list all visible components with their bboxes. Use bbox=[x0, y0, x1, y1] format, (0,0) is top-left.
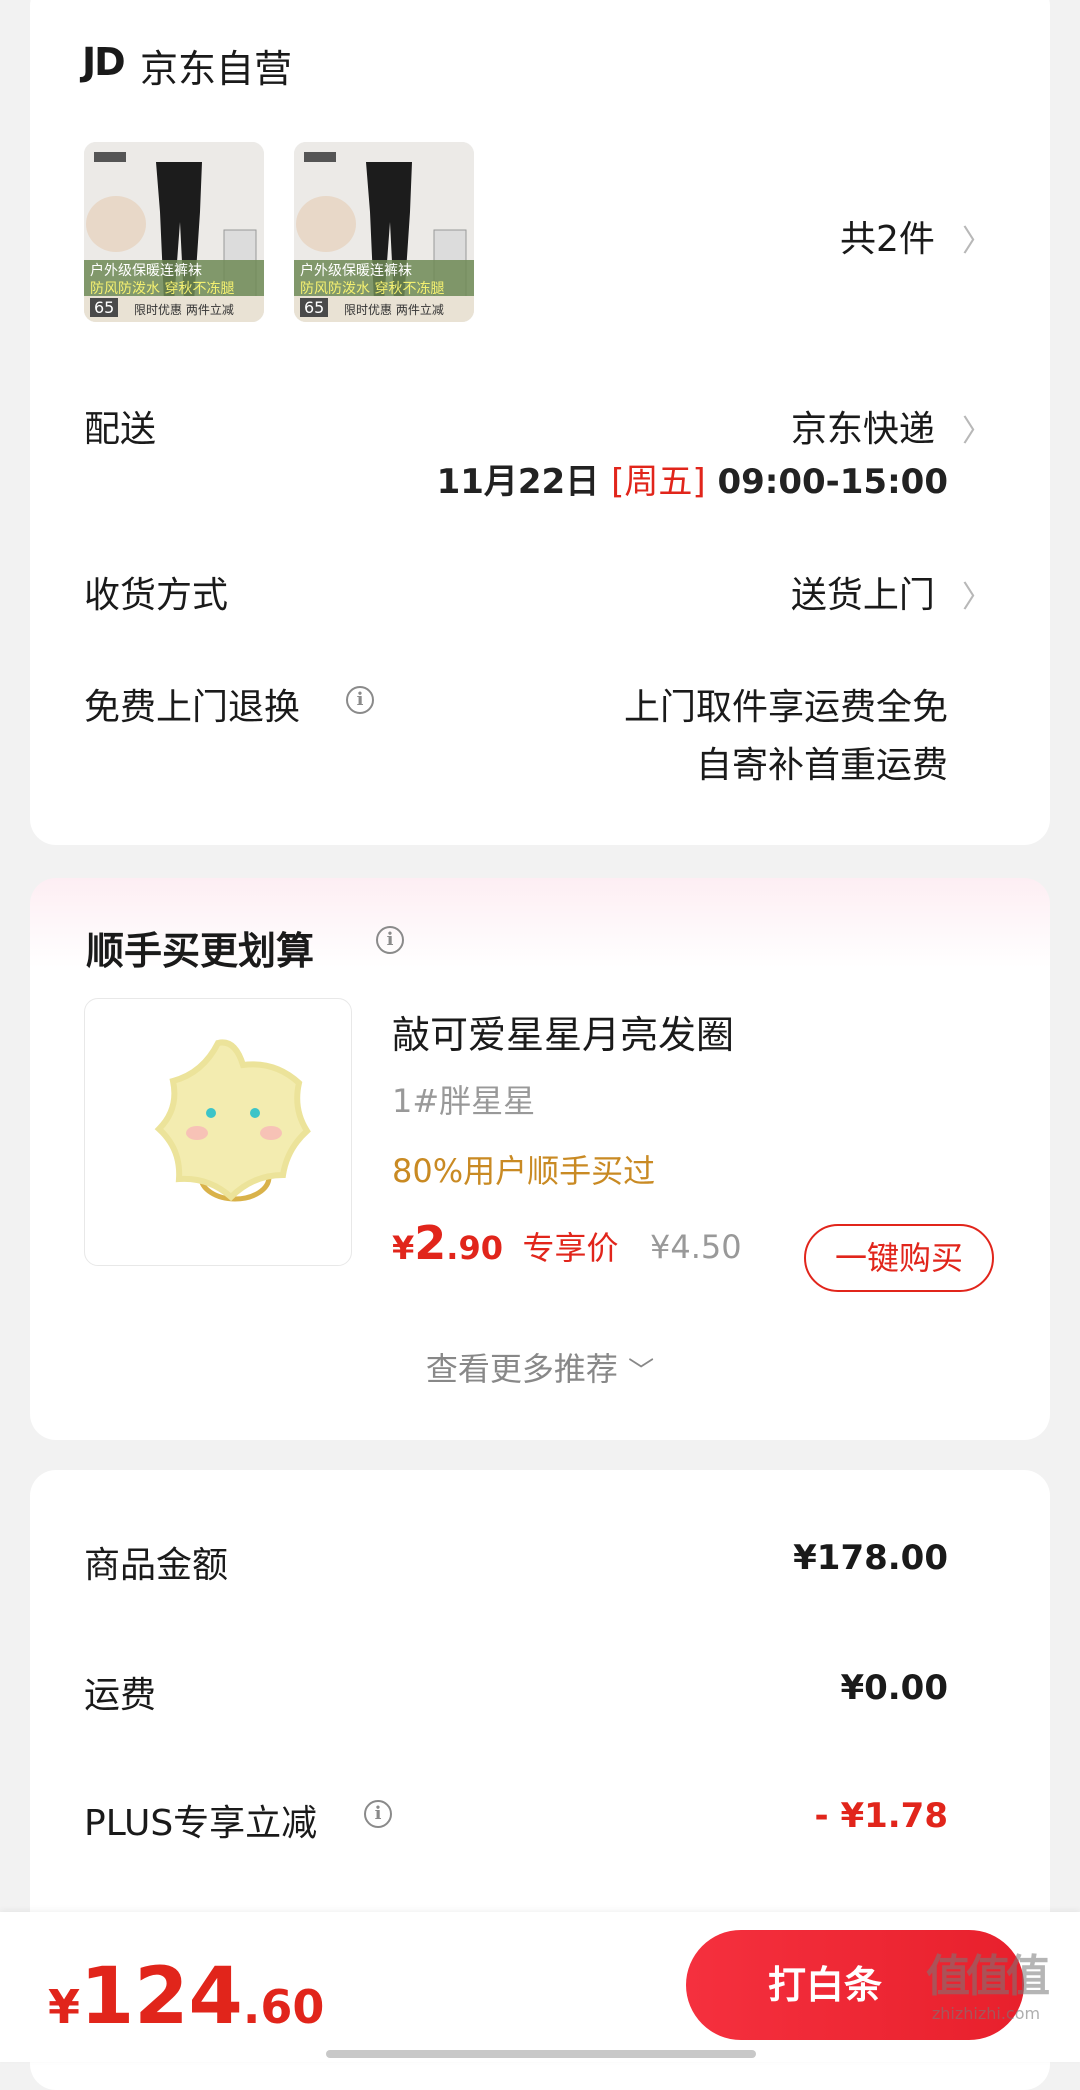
total-dec: .60 bbox=[242, 1980, 325, 2034]
info-icon[interactable]: i bbox=[376, 926, 404, 954]
returns-label: 免费上门退换 bbox=[84, 687, 301, 728]
summary-label-shipping: 运费 bbox=[84, 1675, 157, 1716]
delivery-carrier-link[interactable]: 京东快递 〉 bbox=[791, 400, 992, 452]
watermark-main: 值值值 bbox=[926, 1951, 1050, 2002]
product-thumbnail[interactable]: 户外级保暖连裤袜 防风防泼水 穿秋不冻腿 65 限时优惠 两件立减 bbox=[84, 142, 264, 322]
pay-button-label: 打白条 bbox=[767, 1963, 882, 2007]
addon-title: 顺手买更划算 bbox=[86, 929, 315, 973]
one-click-buy-button[interactable]: 一键购买 bbox=[804, 1224, 994, 1292]
jd-logo: JD bbox=[82, 40, 126, 84]
total-int: 124 bbox=[80, 1952, 243, 2042]
watermark: 值值值 zhizhizhi.com bbox=[926, 1940, 1050, 2023]
delivery-weekday: [周五] bbox=[611, 462, 706, 502]
delivery-date: 11月22日 bbox=[436, 462, 600, 502]
thumb-price: 65 bbox=[300, 298, 329, 317]
see-more-recommendations[interactable]: 查看更多推荐 ﹀ bbox=[30, 1344, 1050, 1390]
summary-value-shipping: ¥0.00 bbox=[840, 1668, 948, 1708]
chevron-right-icon: 〉 bbox=[962, 224, 992, 259]
summary-value-goods: ¥178.00 bbox=[793, 1538, 948, 1578]
receive-label: 收货方式 bbox=[84, 575, 229, 616]
addon-social-proof: 80%用户顺手买过 bbox=[392, 1152, 656, 1190]
delivery-time[interactable]: 11月22日 [周五] 09:00-15:00 bbox=[437, 454, 948, 503]
chevron-right-icon: 〉 bbox=[962, 414, 992, 449]
total-currency: ¥ bbox=[48, 1980, 81, 2034]
addon-price-dec: .90 bbox=[446, 1229, 503, 1267]
product-count: 共2件 bbox=[840, 219, 935, 260]
product-thumbnail[interactable]: 户外级保暖连裤袜 防风防泼水 穿秋不冻腿 65 限时优惠 两件立减 bbox=[294, 142, 474, 322]
addon-product-image[interactable] bbox=[84, 998, 352, 1266]
addon-price-symbol: ¥ bbox=[392, 1229, 415, 1267]
thumb-tag: 限时优惠 两件立减 bbox=[344, 303, 444, 317]
delivery-window: 09:00-15:00 bbox=[717, 462, 948, 502]
thumb-tag: 限时优惠 两件立减 bbox=[134, 303, 234, 317]
info-icon[interactable]: i bbox=[346, 686, 374, 714]
addon-variant: 1#胖星星 bbox=[392, 1082, 536, 1120]
summary-value-plus: - ¥1.78 bbox=[814, 1796, 949, 1836]
delivery-carrier: 京东快递 bbox=[790, 409, 935, 450]
shop-name[interactable]: 京东自营 bbox=[140, 38, 292, 93]
thumb-price: 65 bbox=[90, 298, 119, 317]
delivery-label: 配送 bbox=[84, 409, 157, 450]
addon-price-int: 2 bbox=[414, 1216, 447, 1270]
addon-product-name[interactable]: 敲可爱星星月亮发圈 bbox=[392, 1004, 734, 1059]
returns-line2: 自寄补首重运费 bbox=[695, 745, 948, 786]
receive-value: 送货上门 bbox=[790, 575, 935, 616]
thumb-line1: 户外级保暖连裤袜 bbox=[90, 263, 202, 279]
home-indicator bbox=[326, 2050, 756, 2058]
receive-method-link[interactable]: 送货上门 〉 bbox=[791, 566, 992, 618]
bottom-bar: ¥124.60 打白条 值值值 zhizhizhi.com bbox=[0, 1912, 1080, 2062]
thumb-line1: 户外级保暖连裤袜 bbox=[300, 263, 412, 279]
addon-price: ¥2.90 专享价 bbox=[392, 1216, 619, 1270]
addon-original-price: ¥4.50 bbox=[650, 1228, 742, 1266]
total-price: ¥124.60 bbox=[48, 1952, 324, 2042]
star-hair-tie-image bbox=[154, 1039, 311, 1202]
info-icon[interactable]: i bbox=[364, 1800, 392, 1828]
addon-price-tag: 专享价 bbox=[522, 1229, 619, 1267]
product-count-link[interactable]: 共2件 〉 bbox=[840, 210, 992, 262]
chevron-down-icon: ﹀ bbox=[628, 1357, 655, 1387]
shop-card: JD 京东自营 户外级保暖连裤袜 防风防泼水 穿秋不冻腿 65 限时优惠 两件立… bbox=[30, 0, 1050, 845]
returns-line1: 上门取件享运费全免 bbox=[623, 687, 948, 728]
thumb-line2: 防风防泼水 穿秋不冻腿 bbox=[90, 281, 235, 297]
see-more-label: 查看更多推荐 bbox=[425, 1350, 618, 1388]
chevron-right-icon: 〉 bbox=[962, 580, 992, 615]
watermark-sub: zhizhizhi.com bbox=[931, 2004, 1041, 2023]
summary-label-goods: 商品金额 bbox=[84, 1545, 229, 1586]
thumb-line2: 防风防泼水 穿秋不冻腿 bbox=[300, 281, 445, 297]
addon-card: 顺手买更划算 i 敲可爱星星月亮发圈 1#胖星星 80%用户顺手买过 ¥2.90… bbox=[30, 878, 1050, 1440]
summary-label-plus: PLUS专享立减 bbox=[84, 1803, 318, 1844]
